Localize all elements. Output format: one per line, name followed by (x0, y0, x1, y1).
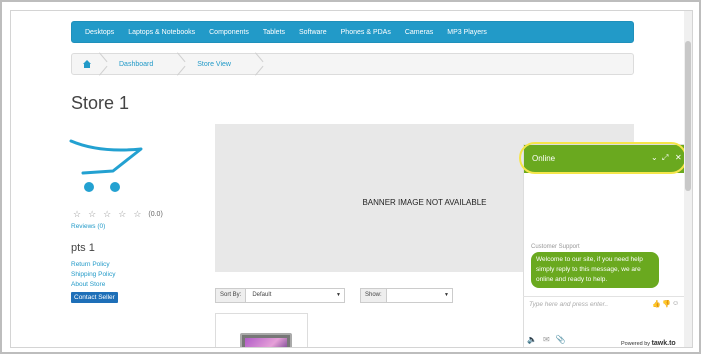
speaker-icon[interactable]: 🔈 (527, 335, 537, 344)
show-label: Show: (361, 289, 387, 302)
return-policy-link[interactable]: Return Policy (71, 261, 110, 268)
sort-select[interactable]: Default ▼ (246, 289, 344, 302)
email-icon[interactable]: ✉ (543, 335, 550, 344)
menu-item-mp3[interactable]: MP3 Players (447, 29, 487, 36)
seller-name: pts 1 (71, 242, 95, 254)
breadcrumb-separator (255, 53, 263, 75)
screenshot-frame: Desktops Laptops & Notebooks Components … (0, 0, 701, 354)
breadcrumb-store-view[interactable]: Store View (185, 61, 247, 68)
breadcrumb-separator (177, 53, 185, 75)
show-select[interactable]: ▼ (386, 289, 452, 302)
store-logo (69, 139, 143, 192)
home-icon[interactable] (82, 60, 91, 68)
attachment-icon[interactable]: 📎 (556, 335, 566, 344)
powered-by[interactable]: Powered by tawk.to (621, 340, 676, 347)
thumbs-up-icon[interactable]: 👍 (652, 300, 661, 308)
menu-item-phones[interactable]: Phones & PDAs (341, 29, 391, 36)
star-icon: ☆ (103, 209, 112, 219)
reviews-link[interactable]: Reviews (0) (71, 223, 105, 230)
chat-input[interactable]: Type here and press enter.. (529, 301, 608, 308)
tawk-brand: tawk.to (651, 340, 676, 347)
store-rating: ☆ ☆ ☆ ☆ ☆ (0.0) (73, 209, 163, 220)
star-icon: ☆ (88, 209, 97, 219)
caret-down-icon: ▼ (336, 292, 341, 298)
sort-value: Default (252, 292, 272, 298)
star-icon: ☆ (73, 209, 82, 219)
scrollbar[interactable] (684, 11, 692, 347)
menu-item-laptops[interactable]: Laptops & Notebooks (128, 29, 195, 36)
menu-item-desktops[interactable]: Desktops (85, 29, 114, 36)
sort-control: Sort By: Default ▼ (215, 288, 345, 303)
product-image[interactable] (240, 333, 292, 347)
menu-item-components[interactable]: Components (209, 29, 249, 36)
rating-value: (0.0) (148, 211, 163, 218)
browser-viewport: Desktops Laptops & Notebooks Components … (10, 10, 693, 348)
caret-down-icon: ▼ (444, 292, 449, 298)
show-control: Show: ▼ (360, 288, 453, 303)
chat-agent-name: Customer Support (531, 244, 580, 250)
about-store-link[interactable]: About Store (71, 281, 105, 288)
shipping-policy-link[interactable]: Shipping Policy (71, 271, 115, 278)
highlight-annotation (519, 142, 687, 174)
product-card[interactable] (215, 313, 308, 347)
chat-toolbar: 🔈 ✉ 📎 (527, 335, 566, 344)
page-title: Store 1 (71, 93, 130, 113)
star-icon: ☆ (133, 209, 142, 219)
sort-label: Sort By: (216, 289, 247, 302)
breadcrumb-separator (99, 53, 107, 75)
menu-item-software[interactable]: Software (299, 29, 327, 36)
breadcrumb: Dashboard Store View (71, 53, 634, 75)
thumbs-down-icon[interactable]: 👎 (662, 300, 671, 308)
menu-item-tablets[interactable]: Tablets (263, 29, 285, 36)
emoji-icon[interactable]: ☺ (672, 300, 679, 307)
contact-seller-button[interactable]: Contact Seller (71, 292, 118, 303)
top-menu: Desktops Laptops & Notebooks Components … (71, 21, 634, 43)
chat-message-bubble: Welcome to our site, if you need help si… (531, 252, 659, 288)
breadcrumb-dashboard[interactable]: Dashboard (107, 61, 169, 68)
star-icon: ☆ (118, 209, 127, 219)
chat-divider (523, 296, 688, 297)
scrollbar-thumb[interactable] (685, 41, 691, 191)
menu-item-cameras[interactable]: Cameras (405, 29, 433, 36)
powered-by-label: Powered by (621, 341, 651, 347)
